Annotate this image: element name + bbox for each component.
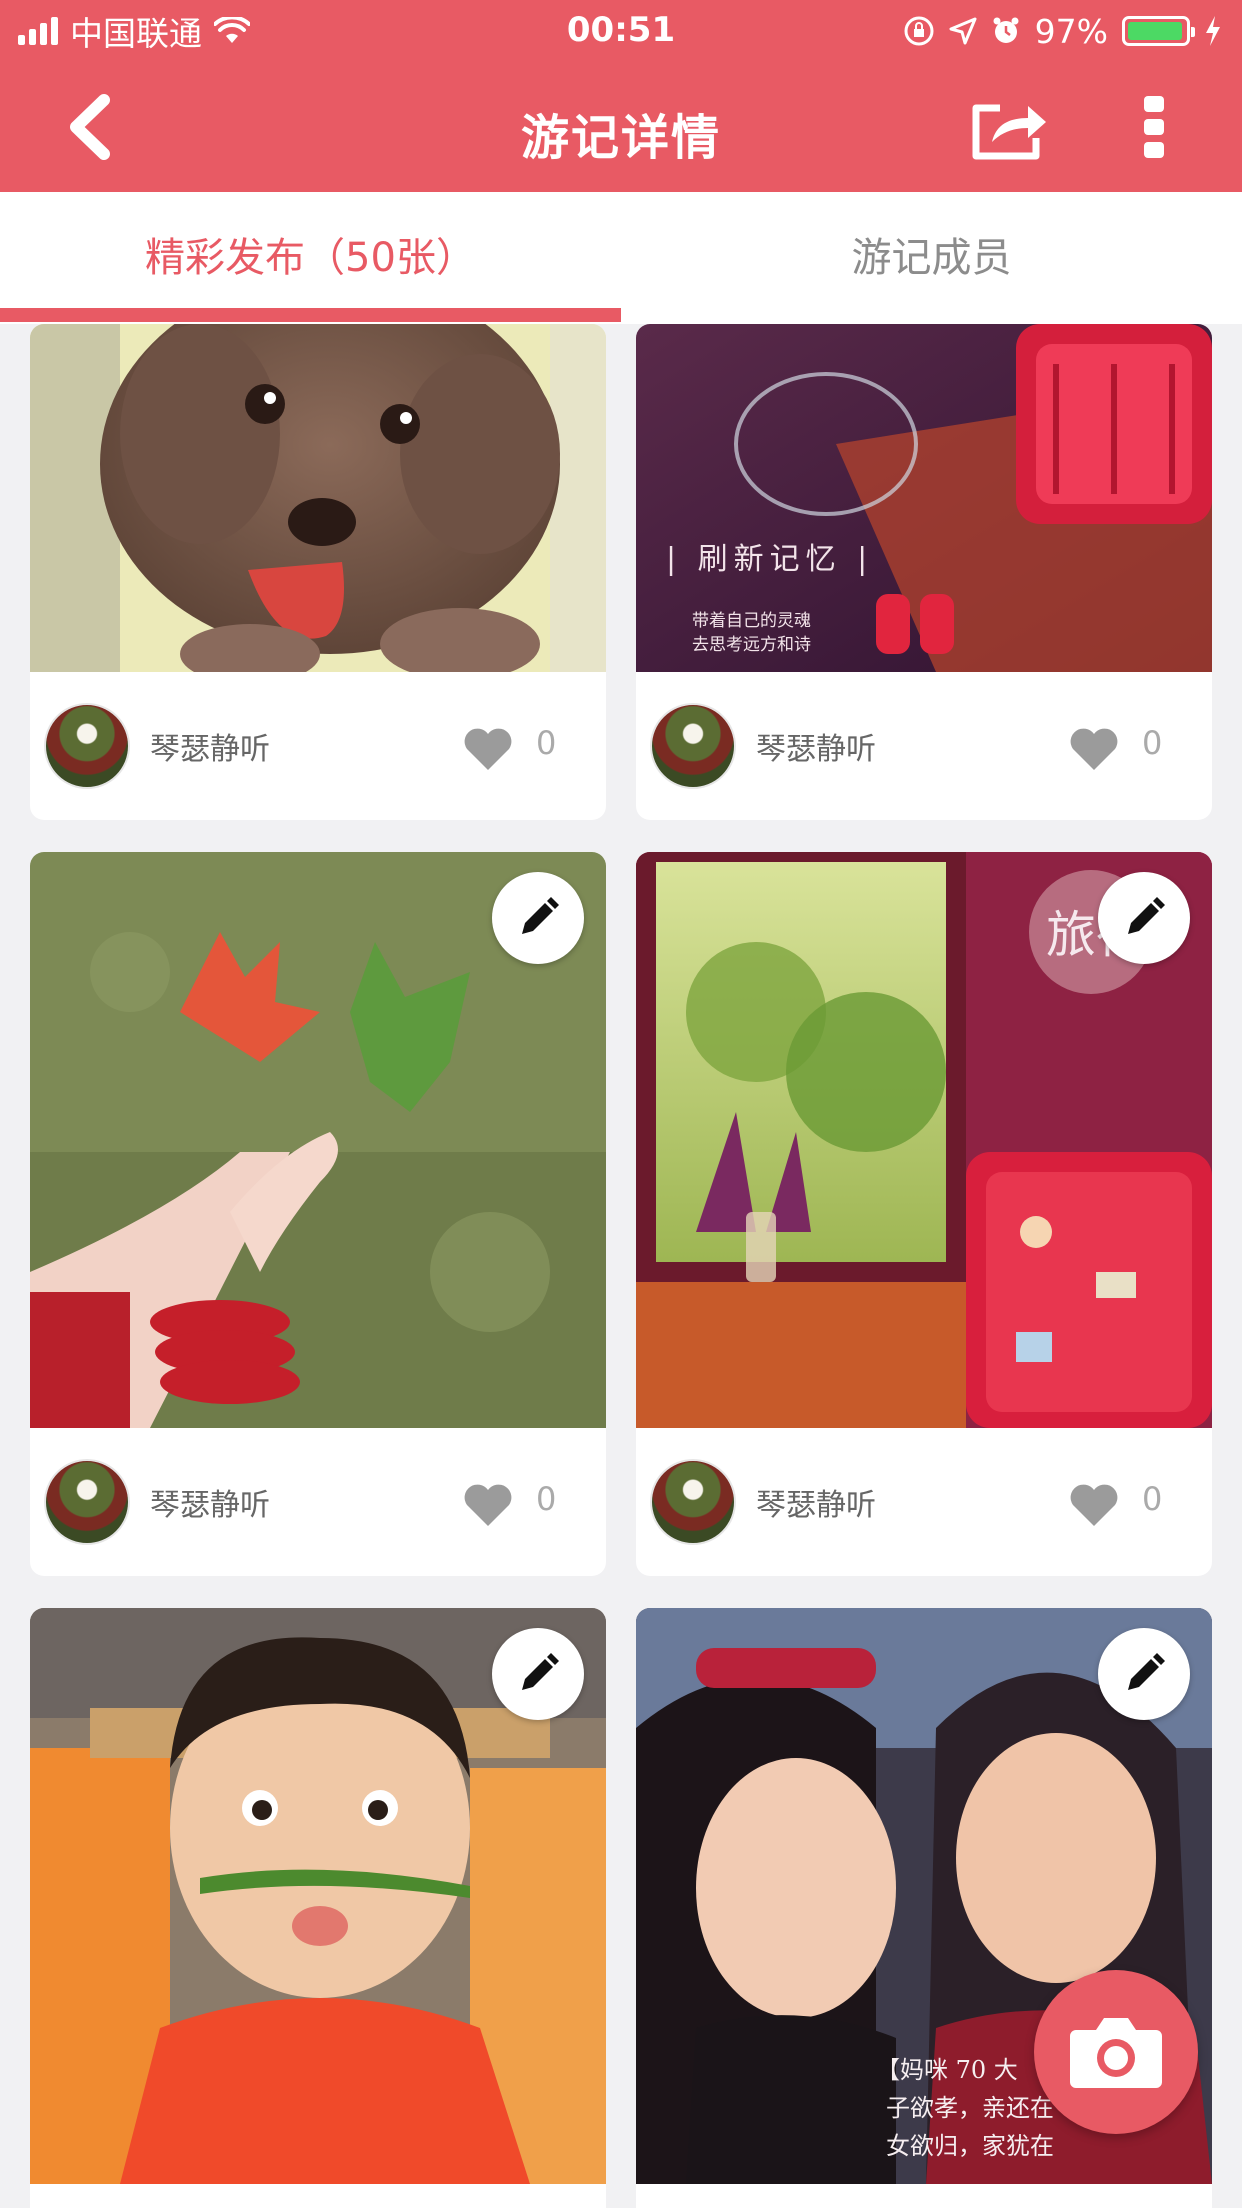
card-footer: 琴瑟静听 0 <box>30 1428 606 1576</box>
avatar[interactable] <box>650 703 736 789</box>
nav-bar: 游记详情 <box>0 62 1242 192</box>
heart-icon[interactable] <box>462 726 514 772</box>
tab-members[interactable]: 游记成员 <box>621 192 1242 324</box>
edit-button[interactable] <box>1098 1628 1190 1720</box>
poster-title: | 刷新记忆 | <box>666 542 873 577</box>
edit-button[interactable] <box>1098 872 1190 964</box>
photo-card[interactable]: 琴瑟静听 0 <box>30 324 606 820</box>
avatar[interactable] <box>44 1459 130 1545</box>
like-count: 0 <box>1142 1480 1163 1518</box>
author-name[interactable]: 琴瑟静听 <box>756 724 876 768</box>
battery-percent: 97% <box>1034 11 1108 51</box>
caption-line-1: 【妈咪 70 大 <box>876 2056 1018 2084</box>
share-icon[interactable] <box>970 98 1048 162</box>
photo-card[interactable]: 琴瑟静听 0 <box>30 852 606 1576</box>
avatar[interactable] <box>650 1459 736 1545</box>
author-name[interactable]: 琴瑟静听 <box>756 1480 876 1524</box>
like-count: 0 <box>1142 724 1163 762</box>
card-footer: 琴瑟静听 0 <box>636 1428 1212 1576</box>
page-title: 游记详情 <box>520 110 721 166</box>
heart-icon[interactable] <box>1068 726 1120 772</box>
card-footer: 琴瑟静听 0 <box>30 672 606 820</box>
tab-active-indicator <box>0 308 621 322</box>
author-name[interactable]: 琴瑟静听 <box>150 1480 270 1524</box>
status-right: 97% <box>903 10 1222 52</box>
pencil-icon <box>522 897 559 934</box>
card-photo[interactable] <box>30 324 606 672</box>
photo-card[interactable]: | 刷新记忆 | 带着自己的灵魂 去思考远方和诗 琴瑟静听 0 <box>636 324 1212 820</box>
tab-bar: 精彩发布（50张） 游记成员 <box>0 192 1242 324</box>
pencil-icon <box>1128 1653 1165 1690</box>
poster-line-1: 带着自己的灵魂 <box>692 611 811 631</box>
rotation-lock-icon <box>904 16 934 46</box>
more-vertical-icon[interactable] <box>1142 94 1166 160</box>
tab-published[interactable]: 精彩发布（50张） <box>0 192 621 324</box>
heart-icon[interactable] <box>462 1482 514 1528</box>
status-bar: 中国联通 00:51 97% <box>0 0 1242 62</box>
camera-button[interactable] <box>1034 1970 1198 2134</box>
battery-icon <box>1122 16 1195 46</box>
like-count: 0 <box>536 724 557 762</box>
author-name[interactable]: 琴瑟静听 <box>150 724 270 768</box>
photo-card[interactable]: 旅行 琴瑟静听 0 <box>636 852 1212 1576</box>
card-footer: 琴瑟静听 0 <box>636 672 1212 820</box>
camera-icon <box>1070 2018 1162 2088</box>
like-count: 0 <box>536 1480 557 1518</box>
caption-line-3: 女欲归，家犹在 <box>886 2132 1054 2160</box>
poster-line-2: 去思考远方和诗 <box>692 635 811 655</box>
heart-icon[interactable] <box>1068 1482 1120 1528</box>
edit-button[interactable] <box>492 872 584 964</box>
pencil-icon <box>1128 897 1165 934</box>
charging-icon <box>1206 16 1220 46</box>
alarm-icon <box>993 17 1019 43</box>
pencil-icon <box>522 1653 559 1690</box>
card-photo[interactable]: | 刷新记忆 | 带着自己的灵魂 去思考远方和诗 <box>636 324 1212 672</box>
location-icon <box>949 17 977 45</box>
caption-line-2: 子欲孝，亲还在 <box>886 2094 1054 2122</box>
photo-card[interactable] <box>30 1608 606 2208</box>
edit-button[interactable] <box>492 1628 584 1720</box>
avatar[interactable] <box>44 703 130 789</box>
